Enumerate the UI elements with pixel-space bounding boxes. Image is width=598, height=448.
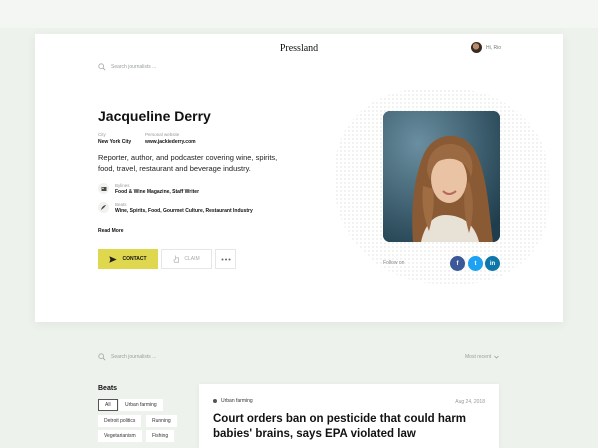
website-link[interactable]: www.jackiederry.com [145,139,196,145]
city-value: New York City [98,139,132,145]
contact-label: CONTACT [122,256,147,262]
beat-filter-vegetarianism[interactable]: Vegetarianism [98,430,142,442]
newspaper-icon [98,183,109,194]
more-dots-icon [221,258,230,260]
beats-value: Wine, Spirits, Food, Gourmet Culture, Re… [115,208,253,214]
profile-card: Search journalists ... Pressland Hi, Rio… [35,34,563,322]
follow-label: Follow on [383,260,405,266]
bio: Reporter, author, and podcaster covering… [98,153,278,173]
city-block: City New York City [98,132,131,145]
user-name[interactable]: Hi, Rio [486,45,501,51]
linkedin-icon[interactable]: in [485,256,500,271]
feed-search[interactable]: Search journalists ... [98,353,156,361]
search-icon [98,353,106,361]
article-date: Aug 24, 2018 [455,399,485,405]
beat-filter-urban-farming[interactable]: Urban farming [119,399,163,411]
contact-button[interactable]: CONTACT [98,249,158,269]
quill-icon [98,202,109,213]
avatar[interactable] [471,42,482,53]
website-block: Personal website www.jackiederry.com [145,132,196,145]
chevron-down-icon [494,355,499,359]
beats-label: Beats [115,202,127,207]
facebook-icon[interactable]: f [450,256,465,271]
read-more-link[interactable]: Read More [98,228,124,234]
feed-search-input[interactable]: Search journalists ... [111,354,156,360]
more-button[interactable] [215,249,236,269]
paper-plane-icon [109,255,118,263]
journalist-name: Jacqueline Derry [98,108,211,124]
search-input[interactable]: Search journalists ... [111,64,156,70]
profile-photo [383,111,500,242]
beat-filter-fishing[interactable]: Fishing [146,430,175,442]
article-headline[interactable]: Court orders ban on pesticide that could… [213,412,483,442]
header-search[interactable]: Search journalists ... [98,63,156,71]
tag-dot-icon [213,399,217,403]
bylines-row: Bylines Food & Wine Magazine, Staff Writ… [98,183,199,195]
beats-heading: Beats [98,385,118,392]
bylines-value: Food & Wine Magazine, Staff Writer [115,189,200,195]
beat-filter-detroit-politics[interactable]: Detroit politics [98,415,142,427]
sort-dropdown[interactable]: Most recent [465,354,499,360]
twitter-icon[interactable]: t [468,256,483,271]
hand-pointer-icon [173,255,180,263]
claim-button[interactable]: CLAIM [161,249,212,269]
article-card[interactable]: Urban farming Aug 24, 2018 Court orders … [199,384,499,448]
article-tag-label: Urban farming [221,398,253,404]
beat-filter-running[interactable]: Running [146,415,177,427]
beats-row: Beats Wine, Spirits, Food, Gourmet Cultu… [98,202,253,214]
search-icon [98,63,106,71]
bylines-label: Bylines [115,183,130,188]
article-tag[interactable]: Urban farming [213,398,253,404]
beat-filter-all[interactable]: All [98,399,118,411]
sort-label: Most recent [465,354,492,360]
top-band [0,0,598,28]
city-label: City [98,132,106,137]
claim-label: CLAIM [184,256,200,262]
website-label: Personal website [145,132,180,137]
user-menu[interactable]: Hi, Rio [471,42,501,53]
